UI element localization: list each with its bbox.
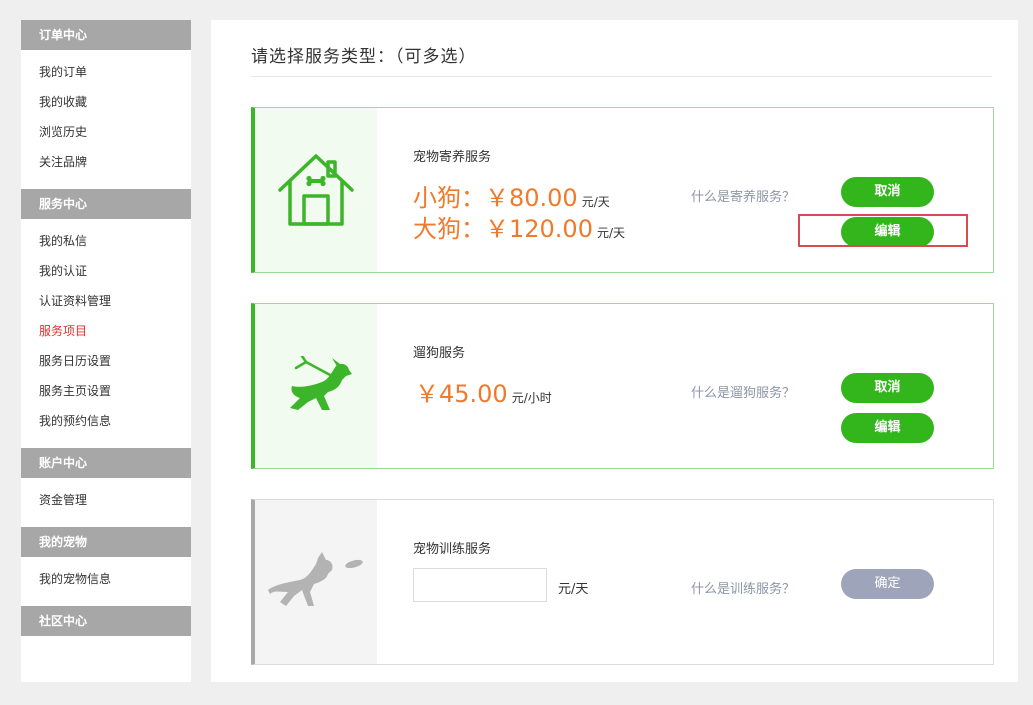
price-unit: 元/天 bbox=[596, 226, 626, 240]
price-small-dog-value: 小狗：￥80.00 bbox=[413, 184, 578, 212]
title-divider bbox=[251, 76, 992, 77]
price-walk-value: ￥45.00 bbox=[415, 380, 508, 408]
service-name: 遛狗服务 bbox=[413, 346, 466, 361]
dog-house-icon bbox=[278, 154, 354, 226]
sidebar-section-my-pets: 我的宠物 bbox=[21, 527, 191, 557]
sidebar-item-browse-history[interactable]: 浏览历史 bbox=[21, 117, 191, 147]
service-card-boarding[interactable]: 宠物寄养服务 小狗：￥80.00 元/天 大狗：￥120.00 元/天 什么是寄养服… bbox=[251, 107, 994, 273]
price-large-dog: 大狗：￥120.00 元/天 bbox=[413, 209, 625, 244]
service-card-training[interactable]: 宠物训练服务 元/天 什么是训练服务？ 确定 bbox=[251, 499, 994, 665]
help-link-training[interactable]: 什么是训练服务？ bbox=[691, 578, 795, 597]
help-link-walking[interactable]: 什么是遛狗服务？ bbox=[691, 382, 795, 401]
sidebar-section-account-items: 资金管理 bbox=[21, 478, 191, 527]
card-icon-area bbox=[255, 108, 377, 272]
service-name: 宠物寄养服务 bbox=[413, 150, 492, 165]
sidebar-item-my-orders[interactable]: 我的订单 bbox=[21, 57, 191, 87]
sidebar-item-my-appointments[interactable]: 我的预约信息 bbox=[21, 406, 191, 436]
sidebar-section-community-center: 社区中心 bbox=[21, 606, 191, 636]
training-price-input[interactable] bbox=[413, 568, 547, 602]
price-walk: ￥45.00 元/小时 bbox=[415, 374, 552, 409]
card-icon-area bbox=[255, 304, 377, 468]
service-name: 宠物训练服务 bbox=[413, 542, 492, 557]
sidebar-section-service-center: 服务中心 bbox=[21, 189, 191, 219]
sidebar-section-pet-items: 我的宠物信息 bbox=[21, 557, 191, 606]
sidebar-section-service-items: 我的私信 我的认证 认证资料管理 服务项目 服务日历设置 服务主页设置 我的预约… bbox=[21, 219, 191, 448]
sidebar-item-service-homepage[interactable]: 服务主页设置 bbox=[21, 376, 191, 406]
edit-button-highlight bbox=[798, 214, 968, 247]
help-link-boarding[interactable]: 什么是寄养服务？ bbox=[691, 186, 795, 205]
price-unit: 元/天 bbox=[558, 582, 589, 597]
main-panel: 请选择服务类型：（可多选） 宠物寄养服务 小狗：￥80.00 元/天 大狗：￥1… bbox=[211, 20, 1018, 682]
price-large-dog-value: 大狗：￥120.00 bbox=[413, 215, 593, 243]
sidebar-item-certification-docs[interactable]: 认证资料管理 bbox=[21, 286, 191, 316]
price-small-dog: 小狗：￥80.00 元/天 bbox=[413, 178, 610, 213]
service-card-dog-walking[interactable]: 遛狗服务 ￥45.00 元/小时 什么是遛狗服务？ 取消 编辑 bbox=[251, 303, 994, 469]
page-title: 请选择服务类型：（可多选） bbox=[251, 47, 477, 67]
dog-walking-icon bbox=[290, 356, 352, 410]
sidebar-section-account-center: 账户中心 bbox=[21, 448, 191, 478]
sidebar-item-followed-brands[interactable]: 关注品牌 bbox=[21, 147, 191, 177]
card-icon-area bbox=[255, 500, 377, 664]
price-unit: 元/小时 bbox=[511, 391, 552, 405]
sidebar-item-pet-info[interactable]: 我的宠物信息 bbox=[21, 564, 191, 594]
sidebar-section-order-items: 我的订单 我的收藏 浏览历史 关注品牌 bbox=[21, 50, 191, 189]
sidebar-item-my-certification[interactable]: 我的认证 bbox=[21, 256, 191, 286]
confirm-button[interactable]: 确定 bbox=[841, 569, 934, 599]
sidebar-item-funds[interactable]: 资金管理 bbox=[21, 485, 191, 515]
sidebar-item-service-calendar[interactable]: 服务日历设置 bbox=[21, 346, 191, 376]
cancel-button[interactable]: 取消 bbox=[841, 177, 934, 207]
cancel-button[interactable]: 取消 bbox=[841, 373, 934, 403]
sidebar: 订单中心 我的订单 我的收藏 浏览历史 关注品牌 服务中心 我的私信 我的认证 … bbox=[21, 20, 191, 682]
sidebar-item-my-favorites[interactable]: 我的收藏 bbox=[21, 87, 191, 117]
sidebar-item-private-messages[interactable]: 我的私信 bbox=[21, 226, 191, 256]
sidebar-item-service-items[interactable]: 服务项目 bbox=[21, 316, 191, 346]
price-unit: 元/天 bbox=[581, 195, 610, 209]
dog-frisbee-icon bbox=[268, 552, 363, 606]
sidebar-section-order-center: 订单中心 bbox=[21, 20, 191, 50]
edit-button[interactable]: 编辑 bbox=[841, 413, 934, 443]
